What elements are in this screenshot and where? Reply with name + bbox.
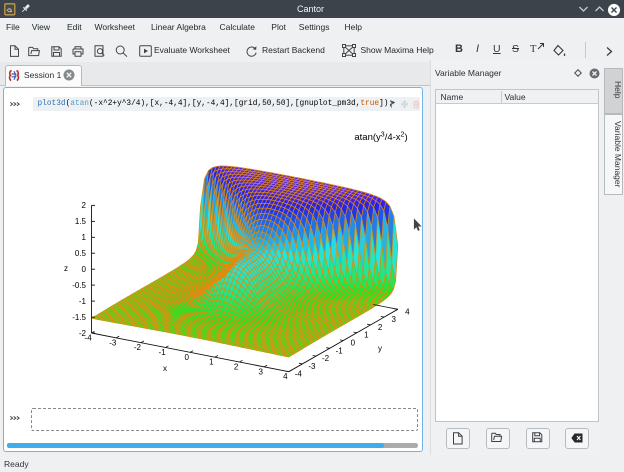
svg-text:2: 2 xyxy=(234,363,239,372)
svg-text:-1: -1 xyxy=(79,297,87,306)
svg-text:4: 4 xyxy=(283,372,288,381)
svg-text:1: 1 xyxy=(82,233,87,242)
svg-text:3: 3 xyxy=(391,315,396,324)
svg-text:-3: -3 xyxy=(109,338,117,347)
svg-text:z: z xyxy=(64,264,68,273)
svg-text:0: 0 xyxy=(351,339,356,348)
svg-text:1: 1 xyxy=(209,358,214,367)
svg-text:y: y xyxy=(378,344,382,353)
svg-text:-0.5: -0.5 xyxy=(72,281,86,290)
svg-text:-3: -3 xyxy=(308,362,316,371)
svg-text:-4: -4 xyxy=(295,370,303,379)
svg-text:-2: -2 xyxy=(322,354,330,363)
svg-text:0: 0 xyxy=(184,353,189,362)
svg-text:-2: -2 xyxy=(134,343,142,352)
svg-text:atan(y3/4-x2): atan(y3/4-x2) xyxy=(354,132,407,144)
svg-text:-1: -1 xyxy=(159,348,167,357)
svg-text:0.5: 0.5 xyxy=(75,249,87,258)
svg-text:-4: -4 xyxy=(85,334,93,343)
svg-text:-1.5: -1.5 xyxy=(72,313,86,322)
svg-text:2: 2 xyxy=(378,323,383,332)
svg-text:4: 4 xyxy=(405,307,410,316)
svg-text:1.5: 1.5 xyxy=(75,217,87,226)
svg-text:-1: -1 xyxy=(336,346,344,355)
svg-text:x: x xyxy=(163,364,167,373)
svg-text:1: 1 xyxy=(364,331,369,340)
svg-text:3: 3 xyxy=(258,367,263,376)
svg-text:0: 0 xyxy=(82,265,87,274)
svg-text:2: 2 xyxy=(82,201,87,210)
